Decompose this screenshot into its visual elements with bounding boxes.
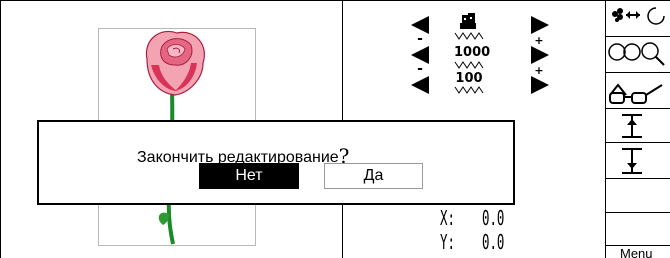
glasses-icon — [609, 83, 663, 104]
sidebar-empty-button-1[interactable] — [606, 179, 670, 213]
y-coord-label: Y: — [440, 230, 455, 254]
stitch-zigzag-top-icon — [454, 32, 484, 40]
arrow-left-row3-button[interactable] — [409, 74, 433, 96]
move-down-icon — [622, 148, 642, 174]
stitch-zigzag-mid-icon — [454, 61, 484, 69]
x-coord-value: 0.0 — [482, 206, 505, 230]
sidebar-color-rotate-button[interactable] — [606, 0, 670, 37]
sidebar-view-button[interactable] — [606, 73, 670, 109]
no-button[interactable]: Нет — [199, 163, 299, 189]
flower-swap-icon — [612, 7, 665, 25]
arrow-right-row1-button[interactable] — [527, 14, 551, 36]
arrow-right-row3-button[interactable] — [527, 74, 551, 96]
stitch-count-value: 1000 — [454, 45, 491, 60]
sidebar-move-top-button[interactable] — [606, 109, 670, 143]
sidebar-move-bottom-button[interactable] — [606, 143, 670, 179]
left-border — [0, 0, 1, 258]
yes-button[interactable]: Да — [324, 163, 423, 189]
stitch-length-value: 100 — [455, 71, 483, 86]
magnifier-icon — [608, 42, 665, 66]
move-up-icon — [622, 114, 642, 138]
rose-leaf — [158, 212, 169, 225]
stitch-zigzag-bottom-icon — [454, 86, 484, 94]
sidebar-empty-button-2[interactable] — [606, 213, 670, 246]
density-icon — [460, 13, 476, 29]
y-coord-value: 0.0 — [482, 230, 505, 254]
rose-flower — [145, 30, 205, 96]
menu-button[interactable]: Menu — [620, 247, 653, 258]
top-border — [0, 0, 670, 1]
sidebar-zoom-button[interactable] — [606, 37, 670, 73]
embroidery-editor-screen: - + - 1000 + 100 X: 0.0 Y: 0.0 Menu Зако… — [0, 0, 670, 258]
x-coord-label: X: — [440, 206, 455, 230]
arrow-right-row2-button[interactable] — [527, 44, 551, 66]
